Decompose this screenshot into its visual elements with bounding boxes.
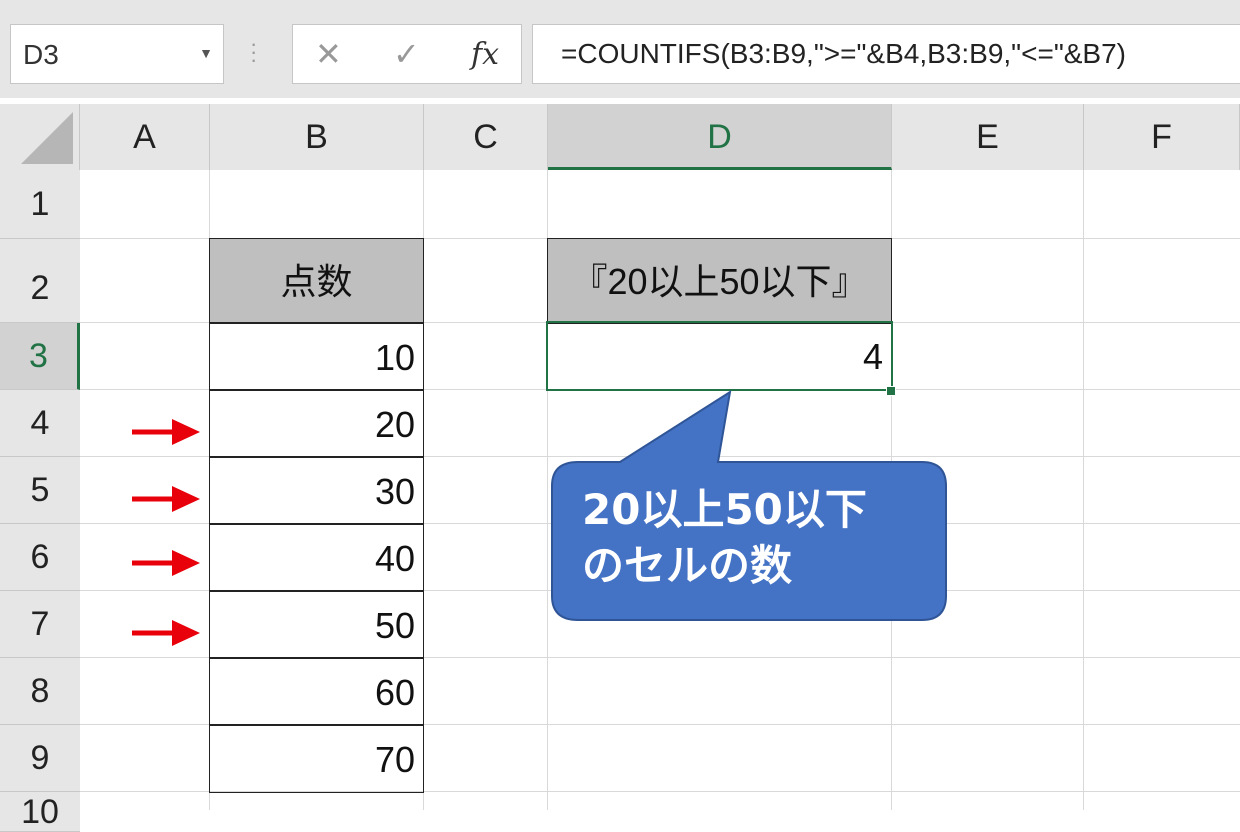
speech-callout [551,389,947,621]
callout-line-1: 20以上50以下 [582,485,867,534]
callout-line-2: のセルの数 [582,541,793,590]
callout-text: 20以上50以下 のセルの数 [582,482,922,594]
